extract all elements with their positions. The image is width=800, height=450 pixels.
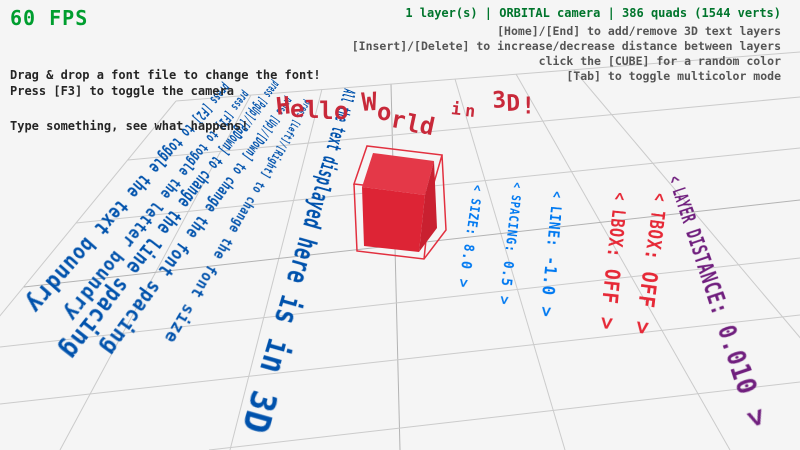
title-letter: o [333,97,348,125]
title-letter: D [506,89,521,116]
stats-line: 1 layer(s) | ORBITAL camera | 386 quads … [352,6,781,21]
title-letter [477,82,491,110]
hint-layer-distance: [Insert]/[Delete] to increase/decrease d… [352,39,781,54]
raylib-text3d-window: All the text displayed here is in 3D pre… [0,0,800,450]
hint-type-something: Type something, see what happens! [10,118,321,135]
title-letter: ! [521,93,535,120]
cube-faces[interactable] [362,153,437,252]
hint-layers: [Home]/[End] to add/remove 3D text layer… [352,24,781,39]
title-letter: l [319,97,333,125]
hint-multicolor: [Tab] to toggle multicolor mode [352,69,781,84]
left-hints: Drag & drop a font file to change the fo… [10,33,321,169]
title-letter [348,82,362,110]
title-letter: W [361,87,378,117]
right-hints-block: 1 layer(s) | ORBITAL camera | 386 quads … [352,6,781,84]
hint-toggle-camera: Press [F3] to toggle the camera [10,84,234,98]
title-letter: i [450,99,462,120]
cube-face-front[interactable] [362,187,425,252]
title-letter: 3 [491,86,506,113]
hint-cube-color: click the [CUBE] for a random color [352,54,781,69]
hint-drag-drop: Drag & drop a font file to change the fo… [10,67,321,84]
title-letter [434,82,448,110]
fps-counter: 60 FPS [10,6,88,30]
title-letter: n [464,101,476,122]
